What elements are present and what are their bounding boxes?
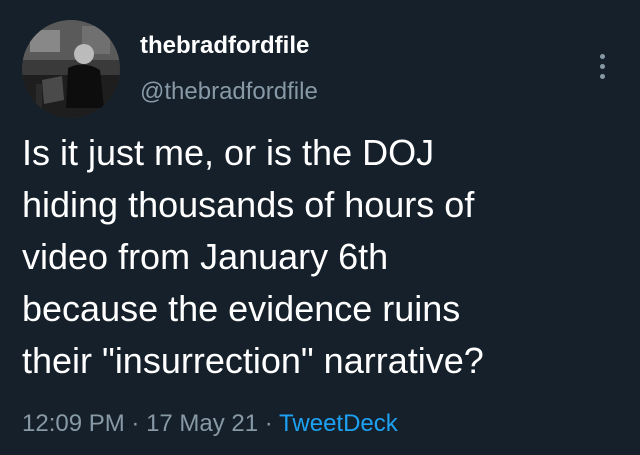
tweet-source-link[interactable]: TweetDeck (279, 410, 398, 437)
tweet-text-line: their "insurrection" narrative? (22, 340, 484, 381)
tweet-text-line: Is it just me, or is the DOJ (22, 132, 435, 173)
tweet-text-line: because the evidence ruins (22, 288, 461, 329)
user-handle[interactable]: @thebradfordfile (140, 78, 318, 106)
tweet-text-line: hiding thousands of hours of (22, 184, 475, 225)
more-vertical-icon[interactable] (590, 52, 614, 86)
display-name[interactable]: thebradfordfile (140, 32, 309, 60)
tweet-time[interactable]: 12:09 PM (22, 410, 125, 437)
meta-separator: · (124, 410, 147, 437)
tweet-date[interactable]: 17 May 21 (146, 410, 258, 437)
avatar[interactable] (22, 20, 120, 118)
tweet-text-line: video from January 6th (22, 236, 389, 277)
avatar-photo (22, 20, 120, 118)
meta-separator: · (258, 410, 280, 437)
tweet-meta: 12:09 PM · 17 May 21 · TweetDeck (22, 410, 398, 438)
tweet-card: thebradfordfile @thebradfordfile Is it j… (0, 0, 640, 455)
tweet-text: Is it just me, or is the DOJ hiding thou… (22, 127, 622, 387)
